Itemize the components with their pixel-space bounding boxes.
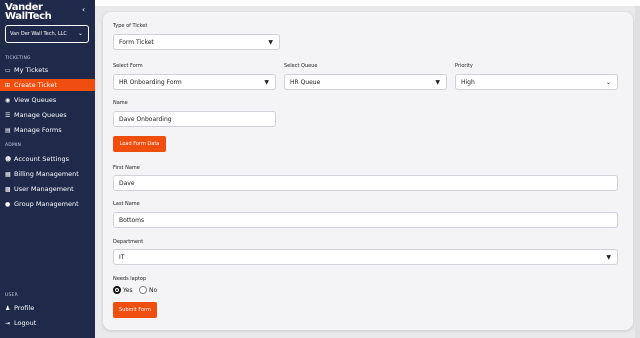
group-icon: ● (5, 200, 11, 208)
last-name-input[interactable]: Bottoms (113, 212, 618, 228)
yes-label: Yes (123, 286, 133, 294)
sidebar-item-user-management[interactable]: ▩ User Management (0, 183, 95, 195)
page-scrollbar[interactable] (635, 6, 640, 338)
logout-icon: ⇥ (5, 319, 11, 327)
sidebar-item-label: Create Ticket (14, 81, 57, 89)
needs-laptop-no-radio[interactable]: No (139, 286, 157, 294)
sidebar-item-label: Profile (14, 304, 35, 312)
user-heading: USER (5, 293, 18, 298)
department-select[interactable]: IT ▼ (113, 249, 618, 265)
users-icon: ▩ (5, 185, 11, 193)
sidebar-item-label: Manage Forms (14, 126, 62, 134)
document-icon: ▤ (5, 126, 11, 134)
admin-heading: ADMIN (5, 143, 22, 148)
sidebar-item-billing-management[interactable]: ▦ Billing Management (0, 168, 95, 180)
ticket-type-value: Form Ticket (119, 38, 154, 46)
last-name-value: Bottoms (119, 216, 145, 224)
select-queue-select[interactable]: HR Queue ▼ (284, 74, 447, 90)
sidebar-item-my-tickets[interactable]: ▭ My Tickets (0, 64, 95, 76)
ticket-type-label: Type of Ticket (113, 23, 148, 29)
sidebar-item-group-management[interactable]: ● Group Management (0, 198, 95, 210)
first-name-value: Dave (119, 179, 135, 187)
name-value: Dave Onboarding (119, 115, 172, 123)
organization-select[interactable]: Van Der Wall Tech, LLC ⌄ (5, 25, 89, 43)
user-circle-icon: ☻ (5, 155, 12, 163)
select-form-select[interactable]: HR Onboarding Form ▼ (113, 74, 276, 90)
sidebar-item-label: Billing Management (14, 170, 79, 178)
sidebar-item-label: Manage Queues (14, 111, 67, 119)
sidebar: Vander WallTech ‹ Van Der Wall Tech, LLC… (0, 0, 95, 338)
department-label: Department (113, 239, 144, 245)
create-ticket-form (103, 12, 633, 330)
radio-unselected-icon (139, 286, 147, 294)
load-form-data-button[interactable]: Load Form Data (113, 136, 166, 152)
caret-down-icon: ▼ (435, 79, 440, 86)
priority-select[interactable]: High ⌄ (455, 74, 618, 90)
chevron-down-icon: ⌄ (77, 30, 83, 37)
sidebar-item-manage-queues[interactable]: ☰ Manage Queues (0, 109, 95, 121)
name-input[interactable]: Dave Onboarding (113, 111, 276, 127)
sidebar-item-label: User Management (14, 185, 74, 193)
ticket-type-select[interactable]: Form Ticket ▼ (113, 34, 280, 50)
caret-down-icon: ▼ (606, 254, 611, 261)
sidebar-item-manage-forms[interactable]: ▤ Manage Forms (0, 124, 95, 136)
department-value: IT (119, 253, 125, 261)
ticket-icon: ▭ (5, 66, 11, 74)
sidebar-item-label: Account Settings (14, 155, 69, 163)
sidebar-item-label: View Queues (14, 96, 57, 104)
credit-card-icon: ▦ (5, 170, 11, 178)
name-label: Name (113, 100, 128, 106)
chevron-down-icon: ⌄ (605, 79, 611, 86)
organization-name: Van Der Wall Tech, LLC (10, 31, 67, 37)
sidebar-item-label: My Tickets (14, 66, 49, 74)
last-name-label: Last Name (113, 201, 140, 207)
brand-logo[interactable]: Vander WallTech (5, 3, 65, 22)
select-queue-label: Select Queue (284, 63, 318, 69)
caret-down-icon: ▼ (268, 39, 273, 46)
select-form-value: HR Onboarding Form (119, 78, 182, 86)
select-form-label: Select Form (113, 63, 143, 69)
collapse-sidebar-icon[interactable]: ‹ (82, 5, 85, 14)
first-name-label: First Name (113, 165, 140, 171)
sidebar-item-account-settings[interactable]: ☻ Account Settings (0, 153, 95, 165)
caret-down-icon: ▼ (264, 79, 269, 86)
list-icon: ☰ (5, 111, 11, 119)
plus-square-icon: ⊞ (5, 81, 11, 89)
priority-value: High (461, 78, 475, 86)
submit-form-button[interactable]: Submit Form (113, 302, 157, 318)
eye-icon: ◉ (5, 96, 11, 104)
first-name-input[interactable]: Dave (113, 175, 618, 191)
brand-line-2: WallTech (5, 11, 52, 22)
select-queue-value: HR Queue (290, 78, 321, 86)
needs-laptop-label: Needs laptop (113, 276, 147, 282)
sidebar-item-label: Logout (14, 319, 37, 327)
profile-icon: ♟ (5, 304, 11, 312)
sidebar-item-label: Group Management (14, 200, 79, 208)
ticketing-heading: TICKETING (5, 56, 31, 61)
no-label: No (149, 286, 158, 294)
priority-label: Priority (455, 63, 473, 69)
sidebar-item-profile[interactable]: ♟ Profile (0, 302, 95, 314)
sidebar-item-view-queues[interactable]: ◉ View Queues (0, 94, 95, 106)
radio-selected-icon (113, 286, 121, 294)
sidebar-item-create-ticket[interactable]: ⊞ Create Ticket (0, 79, 95, 91)
sidebar-item-logout[interactable]: ⇥ Logout (0, 317, 95, 329)
top-bar (95, 0, 640, 6)
needs-laptop-yes-radio[interactable]: Yes (113, 286, 133, 294)
